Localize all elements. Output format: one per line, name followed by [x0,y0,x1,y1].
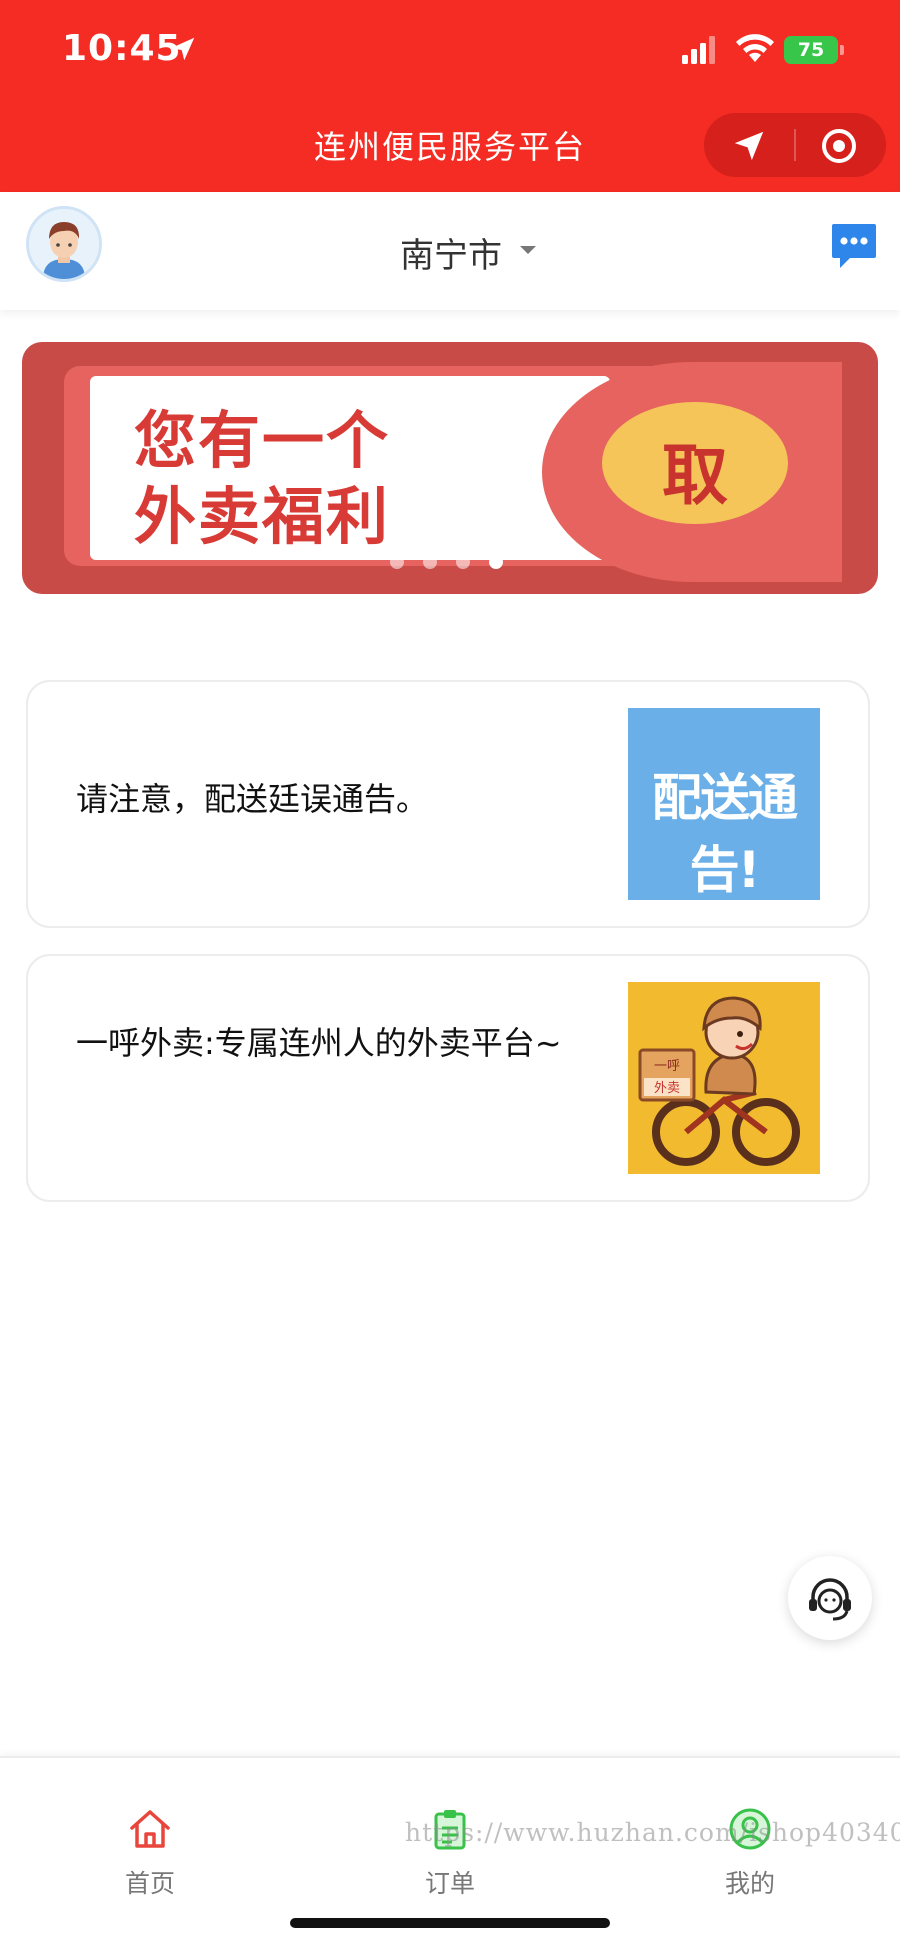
tab-label: 订单 [424,1869,475,1898]
wifi-icon [736,34,774,62]
pagination-dot[interactable] [423,555,437,569]
card-title: 请注意，配送廷误通告。 [76,780,429,818]
customer-service-button[interactable] [788,1556,872,1640]
watermark-url: https://www.huzhan.com/ishop40340 [405,1818,900,1847]
status-time: 10:45 [62,28,182,69]
notice-card[interactable]: 请注意，配送廷误通告。 配送通告! [26,680,870,928]
card-thumbnail: 配送通告! [628,708,820,900]
city-selector[interactable]: 南宁市 [400,228,502,277]
top-header: 10:45 75 连州便民服务平台 [0,0,900,192]
delivery-rider-illustration: 一呼 外卖 [628,982,820,1174]
mini-program-capsule [704,113,886,177]
banner-claim-label: 取 [662,437,728,514]
box-label-top: 一呼 [654,1059,680,1074]
card-title: 一呼外卖:专属连州人的外卖平台~ [76,1024,562,1062]
location-services-icon [171,37,195,61]
chat-bubble-icon[interactable] [830,220,878,272]
tab-home[interactable]: 首页 [0,1758,300,1898]
headset-icon [809,1578,851,1621]
cellular-signal-icon [682,36,715,64]
banner-headline-2: 外卖福利 [134,480,391,553]
battery-indicator: 75 [784,36,838,64]
user-avatar-icon[interactable] [26,206,102,282]
tab-label: 首页 [124,1869,175,1898]
navigation-arrow-icon[interactable] [732,129,766,163]
notice-card[interactable]: 一呼外卖:专属连州人的外卖平台~ 一呼 外卖 [26,954,870,1202]
city-bar: 南宁市 [0,192,900,310]
pagination-dot-active[interactable] [489,555,503,569]
capsule-divider [794,129,796,161]
home-indicator[interactable] [290,1918,610,1928]
banner-claim-button[interactable]: 取 [602,402,788,524]
banner-pagination [390,554,522,570]
pagination-dot[interactable] [456,555,470,569]
thumbnail-text: 配送通告! [652,769,798,899]
target-icon[interactable] [820,127,858,165]
box-label-bottom: 外卖 [654,1081,680,1096]
tab-label: 我的 [724,1869,775,1898]
battery-cap [840,45,844,55]
chevron-down-icon[interactable] [520,246,536,254]
home-icon [130,1810,170,1848]
pagination-dot[interactable] [390,555,404,569]
